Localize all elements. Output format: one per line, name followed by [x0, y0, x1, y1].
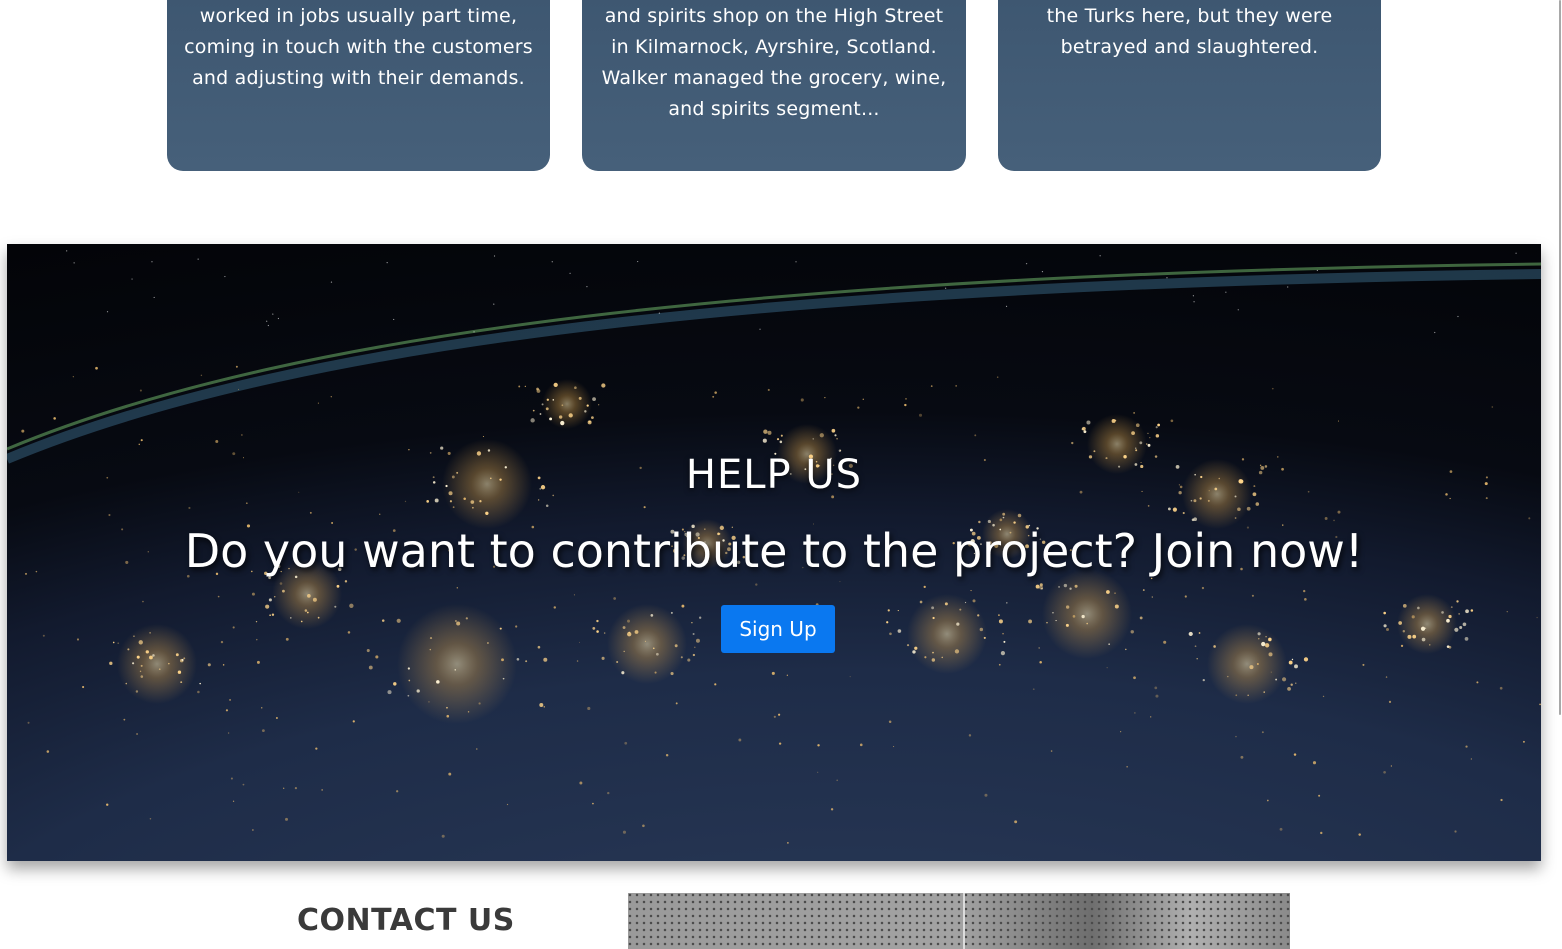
sign-up-button[interactable]: Sign Up: [721, 605, 835, 653]
info-card-1: worked in jobs usually part time, coming…: [167, 0, 550, 171]
info-card-3: the Turks here, but they were betrayed a…: [998, 0, 1381, 171]
info-card-text: worked in jobs usually part time, coming…: [184, 5, 533, 89]
help-us-title: HELP US: [685, 452, 863, 498]
scrollbar-thumb[interactable]: [1559, 0, 1561, 715]
help-us-subtitle: Do you want to contribute to the project…: [184, 524, 1364, 578]
info-card-text: the Turks here, but they were betrayed a…: [1046, 5, 1333, 58]
info-card-text: and spirits shop on the High Street in K…: [601, 5, 947, 120]
contact-image: [628, 893, 1290, 949]
help-us-banner: HELP US Do you want to contribute to the…: [7, 244, 1541, 861]
contact-us-title: CONTACT US: [297, 903, 515, 938]
scrollbar[interactable]: [1557, 0, 1562, 949]
info-card-2: and spirits shop on the High Street in K…: [582, 0, 966, 171]
